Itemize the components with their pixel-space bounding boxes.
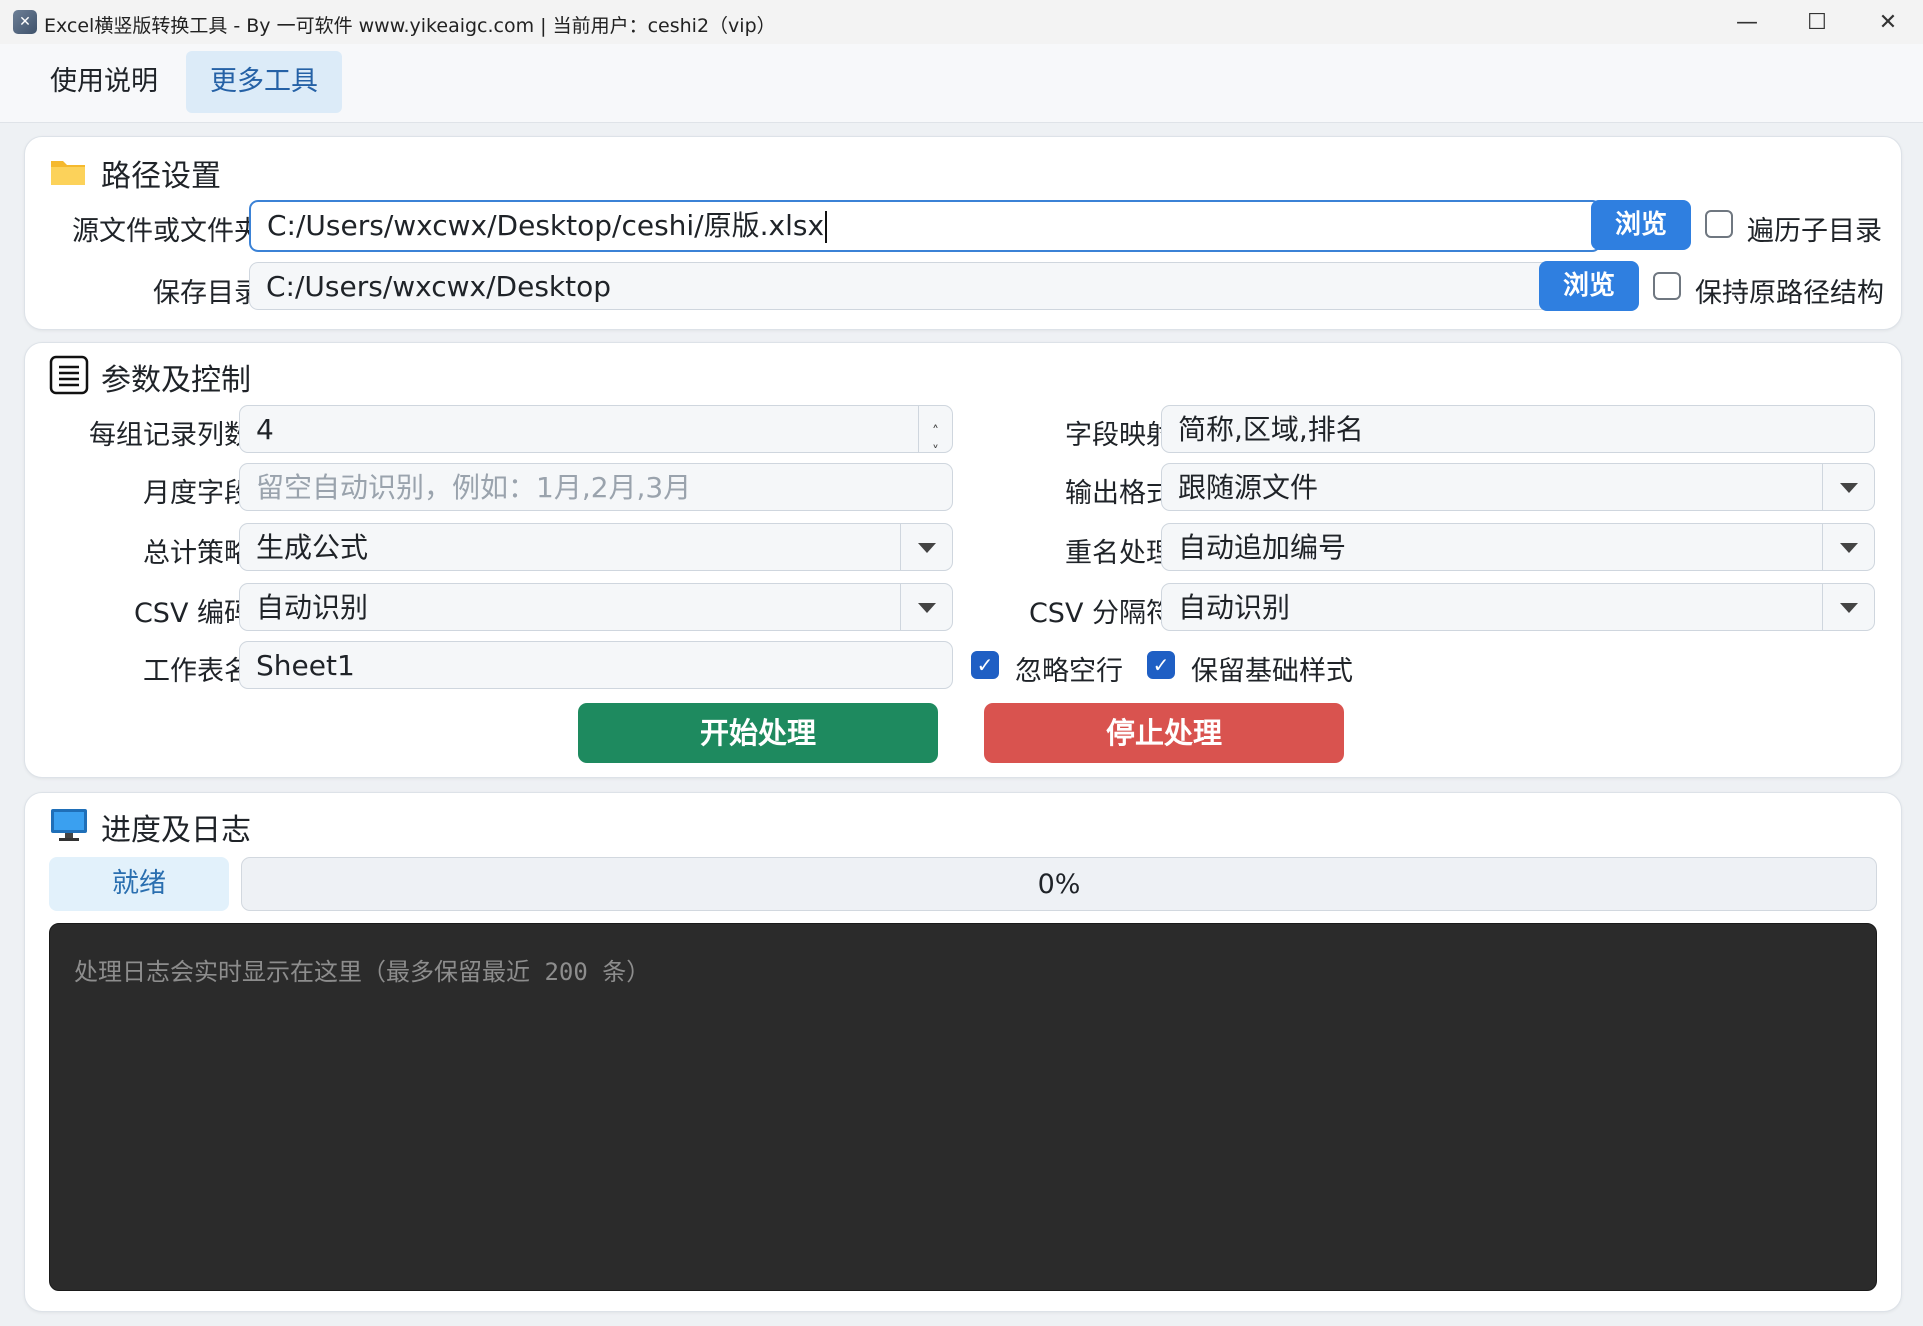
- month-field-label: 月度字段: [143, 478, 251, 509]
- records-per-group-value: 4: [256, 413, 274, 446]
- output-format-value: 跟随源文件: [1178, 471, 1319, 504]
- rename-label: 重名处理: [1065, 538, 1173, 569]
- ignore-empty-checkbox[interactable]: ✓: [971, 651, 999, 679]
- output-format-label: 输出格式: [1065, 478, 1173, 509]
- month-field-input[interactable]: 留空自动识别，例如：1月,2月,3月: [239, 463, 953, 511]
- traverse-checkbox[interactable]: [1705, 210, 1733, 238]
- spin-down-icon[interactable]: ˅: [919, 428, 952, 452]
- browse-source-button[interactable]: 浏览: [1591, 200, 1691, 250]
- records-spinner[interactable]: ˄ ˅: [918, 406, 952, 452]
- list-icon: [49, 355, 89, 399]
- csv-encoding-value: 自动识别: [256, 591, 369, 624]
- source-label: 源文件或文件夹: [72, 216, 261, 247]
- minimize-button[interactable]: —: [1712, 0, 1782, 44]
- source-input[interactable]: C:/Users/wxcwx/Desktop/ceshi/原版.xlsx: [249, 200, 1601, 252]
- keep-structure-checkbox[interactable]: [1653, 272, 1681, 300]
- csv-encoding-label: CSV 编码: [133, 598, 251, 629]
- ignore-empty-label: 忽略空行: [1015, 656, 1123, 687]
- source-input-value: C:/Users/wxcwx/Desktop/ceshi/原版.xlsx: [267, 209, 825, 242]
- keep-style-checkbox[interactable]: ✓: [1147, 651, 1175, 679]
- total-strategy-select[interactable]: 生成公式: [239, 523, 953, 571]
- text-caret: [825, 211, 828, 243]
- output-format-select[interactable]: 跟随源文件: [1161, 463, 1875, 511]
- monitor-icon: [49, 807, 89, 847]
- status-badge: 就绪: [49, 857, 229, 911]
- progress-text: 0%: [1037, 869, 1081, 900]
- field-mapping-input[interactable]: 简称,区域,排名: [1161, 405, 1875, 453]
- progress-bar: 0%: [241, 857, 1877, 911]
- sheet-name-label: 工作表名: [143, 656, 251, 687]
- keep-style-label: 保留基础样式: [1191, 656, 1353, 687]
- log-placeholder: 处理日志会实时显示在这里（最多保留最近 200 条）: [74, 958, 651, 986]
- csv-separator-value: 自动识别: [1178, 591, 1291, 624]
- stop-button[interactable]: 停止处理: [984, 703, 1344, 763]
- rename-value: 自动追加编号: [1178, 531, 1347, 564]
- app-icon: ✕: [13, 10, 37, 34]
- keep-structure-label: 保持原路径结构: [1695, 278, 1884, 309]
- sheet-name-input[interactable]: Sheet1: [239, 641, 953, 689]
- progress-title: 进度及日志: [101, 813, 251, 848]
- close-button[interactable]: ✕: [1853, 0, 1923, 44]
- path-settings-title: 路径设置: [101, 159, 221, 194]
- start-button[interactable]: 开始处理: [578, 703, 938, 763]
- csv-encoding-select[interactable]: 自动识别: [239, 583, 953, 631]
- chevron-down-icon[interactable]: [900, 524, 952, 570]
- progress-card: 进度及日志 就绪 0% 处理日志会实时显示在这里（最多保留最近 200 条）: [24, 792, 1902, 1312]
- records-per-group-input[interactable]: 4 ˄ ˅: [239, 405, 953, 453]
- total-strategy-label: 总计策略: [143, 538, 251, 569]
- field-mapping-label: 字段映射: [1065, 420, 1173, 451]
- path-settings-card: 路径设置 源文件或文件夹 C:/Users/wxcwx/Desktop/cesh…: [24, 136, 1902, 330]
- params-title: 参数及控制: [101, 363, 251, 398]
- chevron-down-icon[interactable]: [1822, 464, 1874, 510]
- menu-item-more-tools[interactable]: 更多工具: [186, 51, 342, 113]
- folder-icon: [49, 155, 87, 191]
- window-title: Excel横竖版转换工具 - By 一可软件 www.yikeaigc.com …: [44, 15, 776, 37]
- save-dir-input[interactable]: C:/Users/wxcwx/Desktop: [249, 262, 1551, 310]
- maximize-button[interactable]: ☐: [1782, 0, 1852, 44]
- browse-save-button[interactable]: 浏览: [1539, 261, 1639, 311]
- title-bar: ✕ Excel横竖版转换工具 - By 一可软件 www.yikeaigc.co…: [0, 0, 1923, 45]
- total-strategy-value: 生成公式: [256, 531, 369, 564]
- csv-separator-label: CSV 分隔符: [1028, 598, 1173, 629]
- params-card: 参数及控制 每组记录列数 4 ˄ ˅ 月度字段 留空自动识别，例如：1月,2月,…: [24, 342, 1902, 778]
- traverse-label: 遍历子目录: [1747, 216, 1882, 247]
- chevron-down-icon[interactable]: [1822, 584, 1874, 630]
- records-per-group-label: 每组记录列数: [89, 420, 251, 451]
- menu-item-help[interactable]: 使用说明: [26, 51, 182, 113]
- save-dir-label: 保存目录: [153, 278, 261, 309]
- menu-bar: 使用说明 更多工具: [0, 44, 1923, 123]
- rename-select[interactable]: 自动追加编号: [1161, 523, 1875, 571]
- chevron-down-icon[interactable]: [1822, 524, 1874, 570]
- chevron-down-icon[interactable]: [900, 584, 952, 630]
- log-output[interactable]: 处理日志会实时显示在这里（最多保留最近 200 条）: [49, 923, 1877, 1291]
- csv-separator-select[interactable]: 自动识别: [1161, 583, 1875, 631]
